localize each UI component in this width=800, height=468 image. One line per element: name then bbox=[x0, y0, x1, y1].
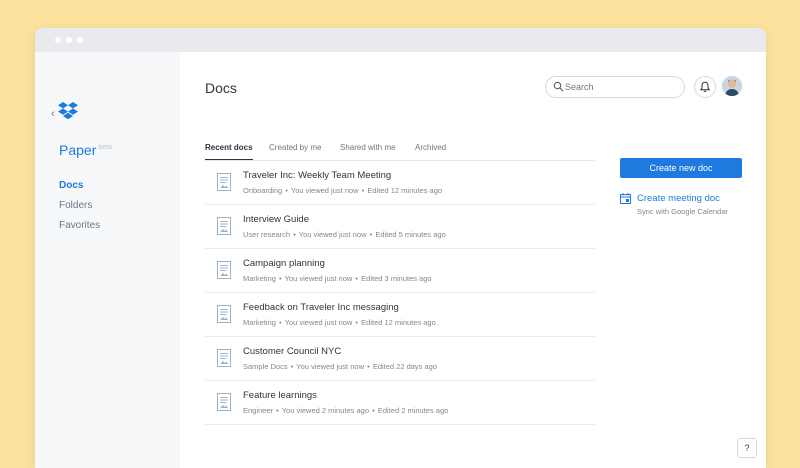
user-avatar[interactable] bbox=[722, 76, 742, 96]
page-title: Docs bbox=[205, 80, 237, 96]
doc-edited: Edited 5 minutes ago bbox=[375, 230, 446, 239]
doc-title: Campaign planning bbox=[243, 258, 325, 269]
doc-tabs: Recent docs Created by me Shared with me… bbox=[205, 142, 595, 161]
doc-row[interactable]: Interview Guide User research • You view… bbox=[205, 205, 595, 249]
tab-archived[interactable]: Archived bbox=[415, 142, 446, 159]
sidebar: ‹ Paper beta Docs Folders Favorites bbox=[35, 52, 180, 468]
doc-edited: Edited 3 minutes ago bbox=[361, 274, 432, 283]
doc-title: Feedback on Traveler Inc messaging bbox=[243, 302, 399, 313]
doc-meta: Sample Docs • You viewed just now • Edit… bbox=[243, 362, 437, 371]
doc-row[interactable]: Traveler Inc: Weekly Team Meeting Onboar… bbox=[205, 161, 595, 205]
document-icon bbox=[217, 217, 231, 235]
doc-title: Interview Guide bbox=[243, 214, 310, 225]
search-input[interactable] bbox=[565, 79, 675, 94]
doc-list: Traveler Inc: Weekly Team Meeting Onboar… bbox=[205, 161, 595, 425]
doc-title: Feature learnings bbox=[243, 390, 317, 401]
document-icon bbox=[217, 305, 231, 323]
meta-separator: • bbox=[293, 230, 296, 239]
window-dot-close[interactable] bbox=[55, 37, 61, 43]
search-box[interactable] bbox=[545, 76, 685, 98]
document-icon bbox=[217, 173, 231, 191]
doc-folder: Marketing bbox=[243, 318, 276, 327]
meta-separator: • bbox=[285, 186, 288, 195]
doc-row[interactable]: Campaign planning Marketing • You viewed… bbox=[205, 249, 595, 293]
doc-edited: Edited 12 minutes ago bbox=[367, 186, 443, 195]
search-icon bbox=[553, 81, 564, 92]
doc-folder: Marketing bbox=[243, 274, 276, 283]
doc-edited: Edited 12 minutes ago bbox=[361, 318, 436, 327]
brand-name: Paper bbox=[59, 142, 97, 158]
meta-separator: • bbox=[279, 318, 282, 327]
meta-separator: • bbox=[355, 318, 359, 327]
meta-separator: • bbox=[369, 230, 373, 239]
doc-meta: User research • You viewed just now • Ed… bbox=[243, 230, 446, 239]
doc-edited: Edited 2 minutes ago bbox=[377, 406, 449, 415]
meta-separator: • bbox=[279, 274, 282, 283]
doc-folder: Engineer bbox=[243, 406, 274, 415]
document-icon bbox=[217, 349, 231, 367]
sidebar-item-folders[interactable]: Folders bbox=[59, 196, 100, 216]
meta-separator: • bbox=[367, 362, 370, 371]
doc-meta: Onboarding • You viewed just now • Edite… bbox=[243, 186, 442, 195]
window-titlebar bbox=[35, 28, 766, 52]
bell-icon bbox=[699, 81, 711, 92]
meta-separator: • bbox=[372, 406, 375, 415]
meta-separator: • bbox=[290, 362, 294, 371]
calendar-doc-icon bbox=[620, 193, 631, 204]
meta-separator: • bbox=[355, 274, 359, 283]
doc-title: Customer Council NYC bbox=[243, 346, 342, 357]
meeting-doc-subtitle: Sync with Google Calendar bbox=[637, 207, 728, 216]
doc-edited: Edited 22 days ago bbox=[372, 362, 438, 371]
doc-viewed: You viewed 2 minutes ago bbox=[281, 406, 370, 415]
tab-recent-docs[interactable]: Recent docs bbox=[205, 142, 253, 160]
doc-viewed: You viewed just now bbox=[296, 362, 364, 371]
sidebar-item-favorites[interactable]: Favorites bbox=[59, 216, 100, 236]
document-icon bbox=[217, 261, 231, 279]
dropbox-logo-icon[interactable] bbox=[57, 102, 79, 122]
brand: Paper beta bbox=[59, 142, 112, 160]
doc-row[interactable]: Feature learnings Engineer • You viewed … bbox=[205, 381, 595, 425]
sidebar-item-docs[interactable]: Docs bbox=[59, 176, 100, 196]
main-content: Docs Recent docs Created by bbox=[180, 52, 766, 468]
doc-viewed: You viewed just now bbox=[284, 318, 353, 327]
doc-folder: Sample Docs bbox=[243, 362, 288, 371]
avatar-image bbox=[722, 76, 742, 96]
help-button[interactable]: ? bbox=[737, 438, 757, 458]
doc-folder: Onboarding bbox=[243, 186, 283, 195]
doc-meta: Marketing • You viewed just now • Edited… bbox=[243, 318, 436, 327]
notifications-button[interactable] bbox=[694, 76, 716, 98]
doc-meta: Engineer • You viewed 2 minutes ago • Ed… bbox=[243, 406, 448, 415]
doc-folder: User research bbox=[243, 230, 291, 239]
doc-row[interactable]: Feedback on Traveler Inc messaging Marke… bbox=[205, 293, 595, 337]
tab-created-by-me[interactable]: Created by me bbox=[269, 142, 321, 159]
tab-shared-with-me[interactable]: Shared with me bbox=[340, 142, 396, 159]
doc-viewed: You viewed just now bbox=[290, 186, 359, 195]
doc-row[interactable]: Customer Council NYC Sample Docs • You v… bbox=[205, 337, 595, 381]
create-new-doc-button[interactable]: Create new doc bbox=[620, 158, 742, 178]
chevron-left-icon[interactable]: ‹ bbox=[51, 108, 55, 120]
window-dot-minimize[interactable] bbox=[66, 37, 72, 43]
doc-viewed: You viewed just now bbox=[298, 230, 367, 239]
meeting-doc-title: Create meeting doc bbox=[637, 193, 720, 204]
brand-beta-label: beta bbox=[98, 144, 112, 151]
sidebar-nav: Docs Folders Favorites bbox=[59, 176, 100, 236]
doc-viewed: You viewed just now bbox=[284, 274, 353, 283]
meta-separator: • bbox=[276, 406, 279, 415]
document-icon bbox=[217, 393, 231, 411]
doc-meta: Marketing • You viewed just now • Edited… bbox=[243, 274, 432, 283]
meta-separator: • bbox=[361, 186, 365, 195]
window-dot-maximize[interactable] bbox=[77, 37, 83, 43]
app-window: ‹ Paperbeta Docs Folders Favorites Docs bbox=[35, 28, 766, 468]
doc-title: Traveler Inc: Weekly Team Meeting bbox=[243, 170, 392, 181]
